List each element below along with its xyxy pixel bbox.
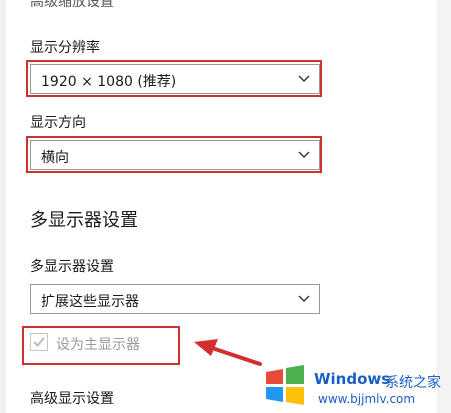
multi-display-value: 扩展这些显示器 <box>41 294 139 310</box>
watermark-brand-cn: 系统之家 <box>385 375 441 391</box>
multi-display-dropdown[interactable]: 扩展这些显示器 <box>30 284 320 314</box>
orientation-label: 显示方向 <box>30 115 86 131</box>
watermark-brand: Windows <box>314 370 391 388</box>
highlight-box-primary <box>22 326 180 365</box>
window-left-edge <box>0 0 6 413</box>
advanced-display-settings-link[interactable]: 高级显示设置 <box>30 388 114 408</box>
window-right-edge <box>437 0 451 413</box>
highlight-box-orientation <box>26 136 322 173</box>
watermark-site: www.bjjmlv.com <box>318 392 416 406</box>
highlight-box-resolution <box>26 60 322 97</box>
chevron-down-icon <box>298 295 310 302</box>
red-arrow-icon <box>194 339 262 366</box>
windows-logo-icon <box>266 365 304 405</box>
multi-display-label: 多显示器设置 <box>30 259 114 275</box>
multi-display-heading: 多显示器设置 <box>30 210 138 231</box>
resolution-label: 显示分辨率 <box>30 40 100 56</box>
advanced-scaling-link[interactable]: 高级缩放设置 <box>30 0 114 11</box>
